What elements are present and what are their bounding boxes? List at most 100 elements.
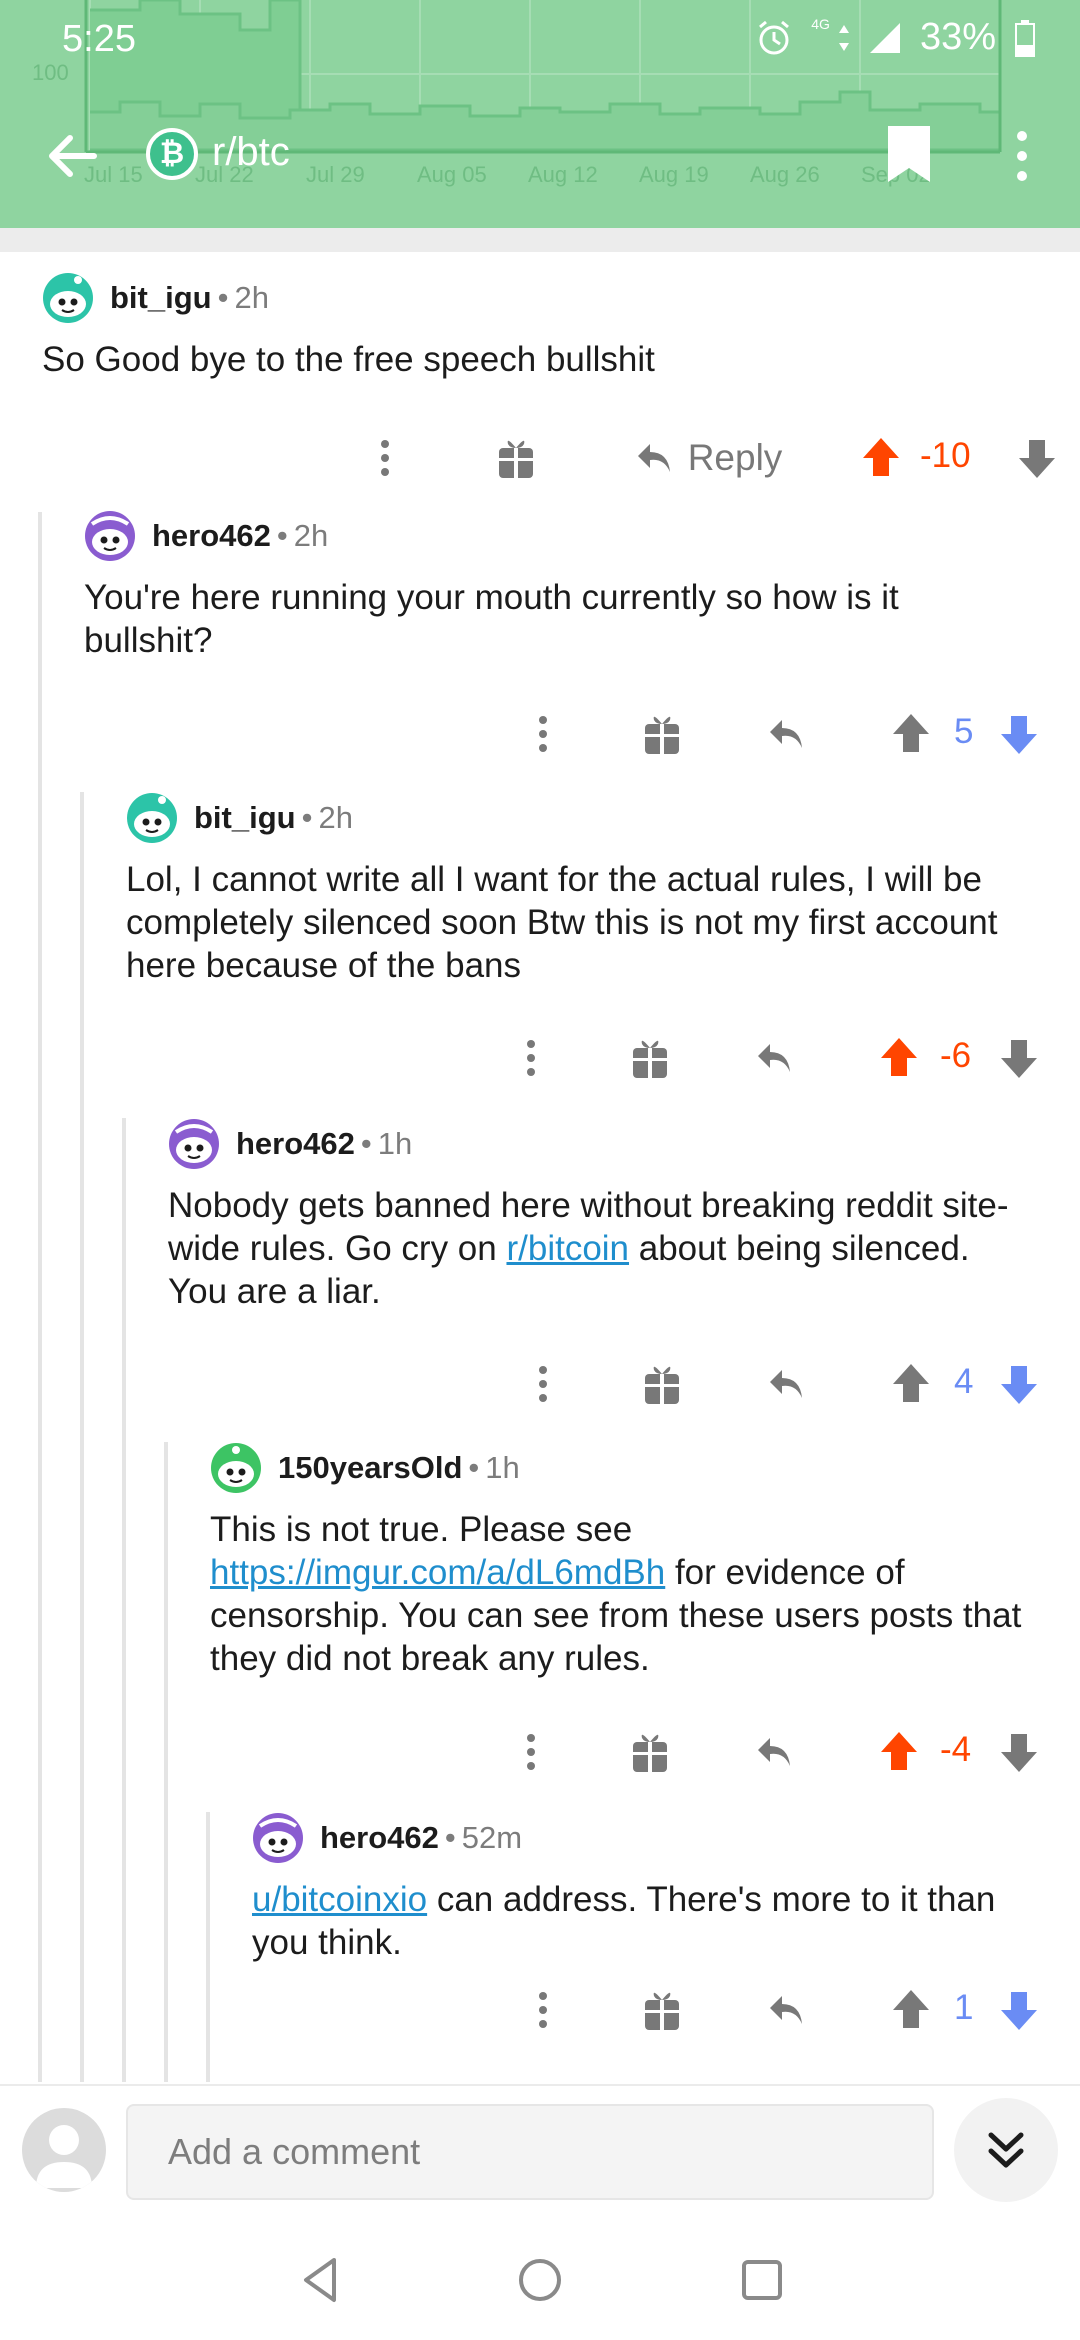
- thread-line[interactable]: [206, 1812, 210, 2082]
- data-arrows-icon: [838, 24, 849, 51]
- comment-body: You're here running your mouth currently…: [84, 578, 899, 660]
- user-link[interactable]: u/bitcoinxio: [252, 1880, 427, 1919]
- reply-arrow-icon[interactable]: [764, 704, 808, 764]
- status-time: 5:25: [62, 18, 136, 60]
- user-avatar[interactable]: [22, 2108, 106, 2192]
- thread-line[interactable]: [38, 512, 42, 2082]
- battery-icon: [1015, 19, 1035, 57]
- header-divider: [0, 228, 1080, 252]
- reply-arrow-icon[interactable]: [752, 1722, 796, 1782]
- vote-score: -10: [920, 436, 971, 475]
- comment-header: hero462 • 1h: [168, 1118, 412, 1170]
- comment-username[interactable]: hero462: [152, 518, 271, 554]
- vote-score: 1: [954, 1988, 974, 2027]
- comment-text: This is not true. Please see: [210, 1510, 633, 1549]
- comment: bit_igu • 2h So Good bye to the free spe…: [42, 272, 1058, 522]
- signal-icon: [869, 22, 900, 53]
- comment-timestamp: 2h: [234, 280, 269, 315]
- award-gift-icon[interactable]: [640, 704, 684, 764]
- comment-timestamp: 1h: [485, 1450, 520, 1485]
- award-gift-icon[interactable]: [640, 1980, 684, 2040]
- comment-username[interactable]: hero462: [236, 1126, 355, 1162]
- award-gift-icon[interactable]: [628, 1722, 672, 1782]
- comment-timestamp: 52m: [461, 1820, 523, 1855]
- comment: hero462 • 1h Nobody gets banned here wit…: [168, 1118, 1058, 1428]
- vote-score: -4: [940, 1730, 972, 1769]
- snoo-avatar-icon[interactable]: [210, 1442, 262, 1494]
- reply-arrow-icon: [637, 444, 670, 472]
- comment-username[interactable]: 150yearsOld: [278, 1450, 462, 1486]
- upvote-arrow-icon[interactable]: [890, 704, 932, 764]
- comment-actions: 5: [84, 704, 1058, 764]
- upvote-arrow-icon[interactable]: [878, 1722, 920, 1782]
- bookmark-icon[interactable]: [884, 122, 934, 186]
- comment-body: u/bitcoinxio can address. There's more t…: [252, 1878, 1032, 1964]
- thread-line[interactable]: [122, 1118, 126, 2082]
- comment-body: This is not true. Please see https://img…: [210, 1508, 1060, 1680]
- comment-body: Lol, I cannot write all I want for the a…: [126, 860, 998, 985]
- downvote-arrow-icon[interactable]: [998, 1028, 1040, 1088]
- downvote-arrow-icon[interactable]: [998, 704, 1040, 764]
- award-gift-icon[interactable]: [640, 1354, 684, 1414]
- meta-separator: •: [217, 280, 229, 315]
- reply-label: Reply: [687, 437, 783, 478]
- snoo-avatar-icon[interactable]: [126, 792, 178, 844]
- subreddit-bitcoin-icon[interactable]: ₿: [146, 128, 198, 180]
- system-recents-icon[interactable]: [732, 2250, 792, 2310]
- vote-score: 5: [954, 712, 974, 751]
- comment: bit_igu • 2h Lol, I cannot write all I w…: [126, 792, 1058, 1102]
- more-options-icon[interactable]: [528, 1354, 558, 1414]
- more-options-icon[interactable]: [516, 1722, 546, 1782]
- snoo-avatar-icon[interactable]: [84, 510, 136, 562]
- vote-score: -6: [940, 1036, 972, 1075]
- back-arrow-icon[interactable]: [42, 126, 102, 186]
- award-gift-icon[interactable]: [628, 1028, 672, 1088]
- upvote-arrow-icon[interactable]: [878, 1028, 920, 1088]
- meta-separator: •: [444, 1820, 456, 1855]
- reply-arrow-icon[interactable]: [764, 1980, 808, 2040]
- downvote-arrow-icon[interactable]: [1016, 428, 1058, 488]
- upvote-arrow-icon[interactable]: [890, 1980, 932, 2040]
- upvote-arrow-icon[interactable]: [860, 428, 902, 488]
- comment-username[interactable]: hero462: [320, 1820, 439, 1856]
- comment-username[interactable]: bit_igu: [110, 280, 212, 316]
- downvote-arrow-icon[interactable]: [998, 1354, 1040, 1414]
- system-back-icon[interactable]: [292, 2250, 352, 2310]
- more-options-icon[interactable]: [370, 428, 400, 488]
- meta-separator: •: [301, 800, 313, 835]
- comment-header: bit_igu • 2h: [42, 272, 269, 324]
- subreddit-link[interactable]: r/bitcoin: [506, 1229, 629, 1268]
- alarm-icon: [759, 20, 790, 54]
- snoo-avatar-icon[interactable]: [168, 1118, 220, 1170]
- upvote-arrow-icon[interactable]: [890, 1354, 932, 1414]
- snoo-avatar-icon[interactable]: [42, 272, 94, 324]
- snoo-avatar-icon[interactable]: [252, 1812, 304, 1864]
- downvote-arrow-icon[interactable]: [998, 1980, 1040, 2040]
- more-options-icon[interactable]: [1004, 126, 1040, 186]
- imgur-link[interactable]: https://imgur.com/a/dL6mdBh: [210, 1553, 665, 1592]
- more-options-icon[interactable]: [528, 1980, 558, 2040]
- system-home-icon[interactable]: [510, 2250, 570, 2310]
- comment-header: hero462 • 52m: [252, 1812, 522, 1864]
- thread-line[interactable]: [164, 1442, 168, 2082]
- comment-body: Nobody gets banned here without breaking…: [168, 1184, 1028, 1313]
- subreddit-nav-bar: ₿ r/btc: [0, 118, 1080, 194]
- downvote-arrow-icon[interactable]: [998, 1722, 1040, 1782]
- reply-arrow-icon[interactable]: [764, 1354, 808, 1414]
- comment-actions: -4: [210, 1722, 1058, 1782]
- comment: hero462 • 2h You're here running your mo…: [84, 510, 1058, 800]
- thread-line[interactable]: [80, 792, 84, 2082]
- add-comment-input[interactable]: [126, 2104, 934, 2200]
- subreddit-name[interactable]: r/btc: [212, 130, 290, 175]
- comment-actions: Reply -10: [42, 428, 1058, 488]
- more-options-icon[interactable]: [516, 1028, 546, 1088]
- comment-timestamp: 1h: [377, 1126, 413, 1161]
- award-gift-icon[interactable]: [494, 428, 538, 488]
- comment-username[interactable]: bit_igu: [194, 800, 296, 836]
- more-options-icon[interactable]: [528, 704, 558, 764]
- reply-button[interactable]: Reply: [618, 428, 798, 488]
- comment-header: hero462 • 2h: [84, 510, 328, 562]
- reply-arrow-icon[interactable]: [752, 1028, 796, 1088]
- comment-actions: 1: [252, 1980, 1058, 2040]
- collapse-thread-button[interactable]: [954, 2098, 1058, 2202]
